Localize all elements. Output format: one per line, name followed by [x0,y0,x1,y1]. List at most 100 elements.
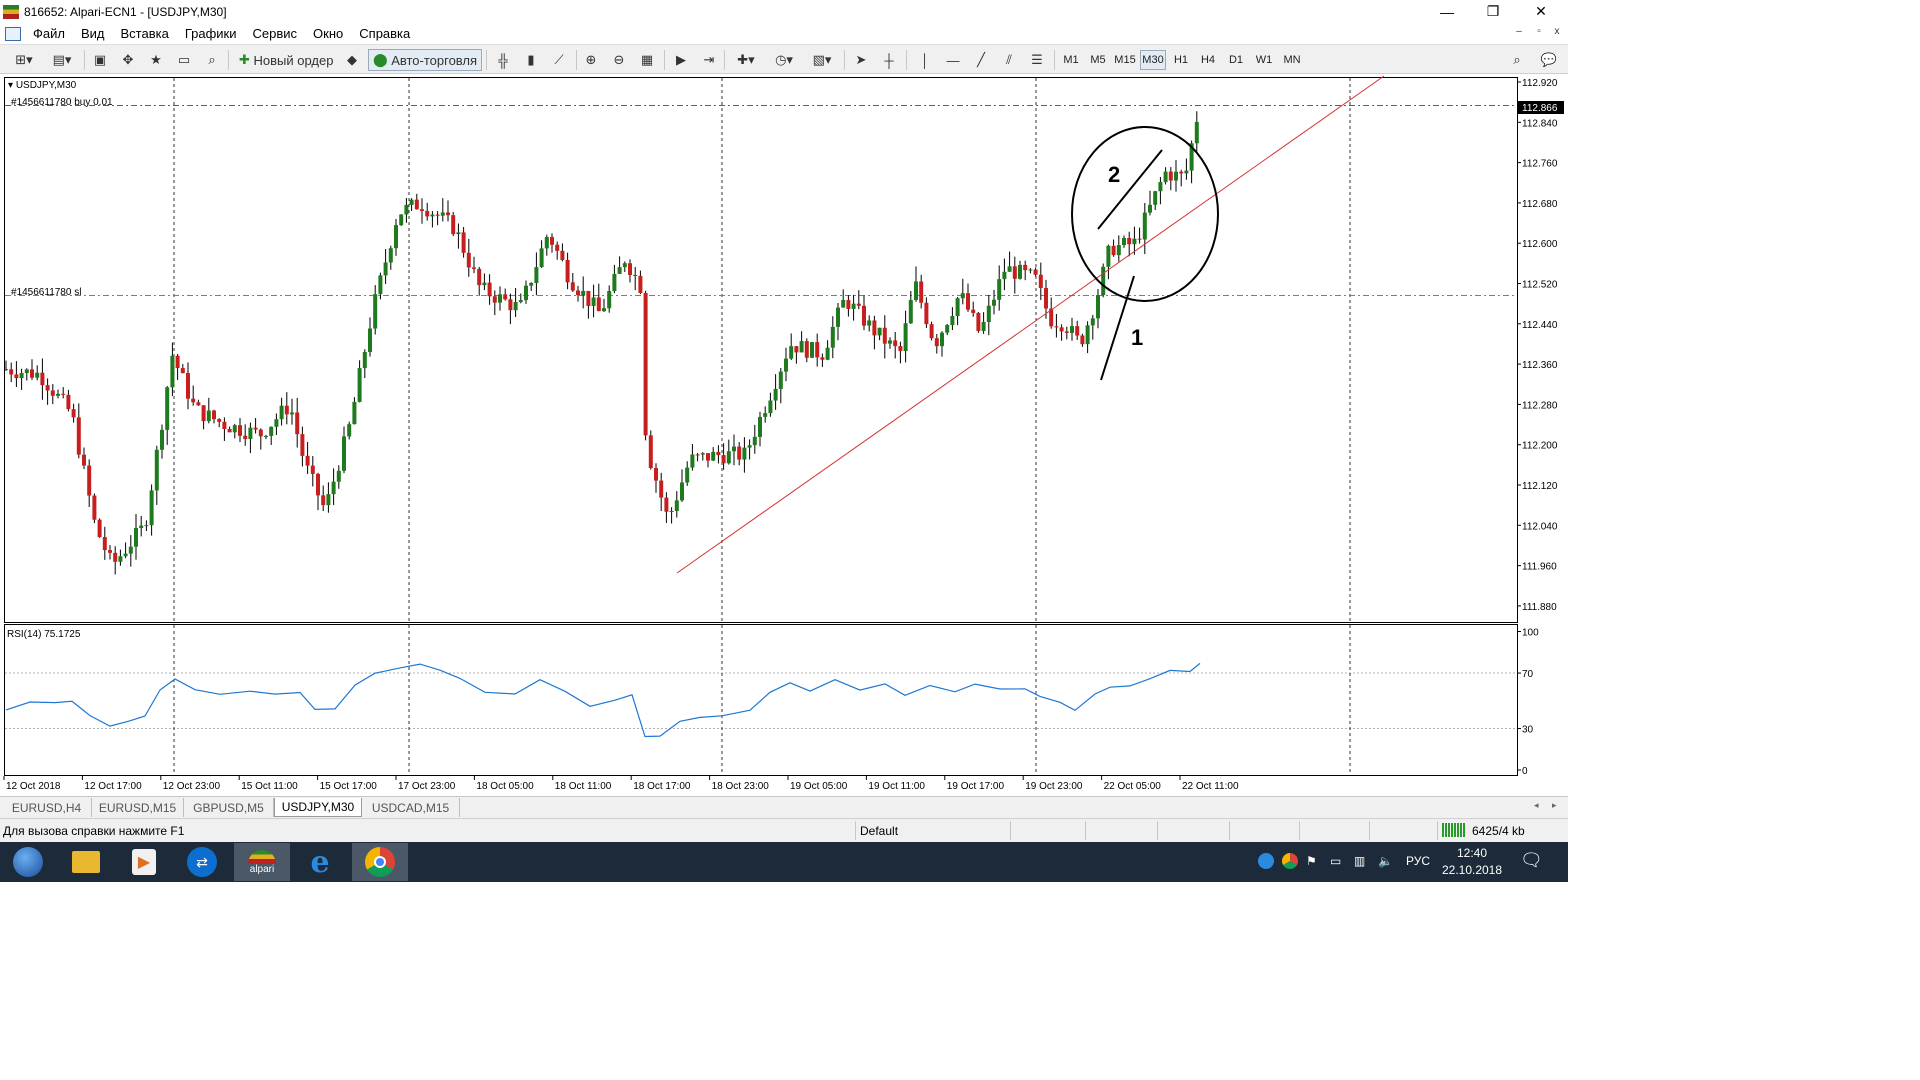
bull-candle [1194,121,1199,144]
bear-candle [576,290,580,296]
tab-gbpusd-m5[interactable]: GBPUSD,M5 [184,798,274,817]
bar-chart-icon[interactable]: ╬ [492,49,514,71]
tray-battery-icon[interactable]: ▭ [1330,854,1341,868]
bear-candle [565,259,570,283]
tray-language[interactable]: РУС [1406,854,1430,868]
bear-candle [97,519,102,538]
chart-shift-icon[interactable]: ⇥ [698,49,720,71]
auto-scroll-icon[interactable]: ▶ [670,49,692,71]
bear-candle [695,454,700,456]
new-order-button[interactable]: ✚ Новый ордер [234,49,338,71]
timeframe-h1[interactable]: H1 [1168,50,1194,70]
bull-candle [981,322,986,331]
bear-candle [550,237,554,245]
tray-network-icon[interactable]: ▥ [1354,854,1365,868]
menu-insert[interactable]: Вставка [113,26,177,41]
rsi-axis-label: 30 [1522,724,1534,735]
fibonacci-icon[interactable]: ☰ [1026,49,1048,71]
start-button[interactable] [0,843,56,881]
auto-trading-button[interactable]: ⬤ Авто-торговля [368,49,483,71]
timeframe-mn[interactable]: MN [1279,50,1305,70]
menu-view[interactable]: Вид [73,26,113,41]
data-window-icon[interactable]: ✥ [118,49,138,71]
cursor-icon[interactable]: ➤ [850,49,872,71]
channel-icon[interactable]: ⫽ [998,49,1020,71]
minimize-button[interactable]: — [1424,0,1470,23]
tab-usdcad-m15[interactable]: USDCAD,M15 [362,798,460,817]
tab-scroll-right-icon[interactable]: ▸ [1552,800,1557,811]
price-chart[interactable]: 112.920 112.840 112.760 112.680 112.600 112.5… [0,74,1568,796]
tray-volume-icon[interactable]: 🔈 [1378,854,1393,868]
bear-candle [222,421,227,430]
market-watch-icon[interactable]: ▣ [90,49,110,71]
menu-charts[interactable]: Графики [177,26,245,41]
profiles-icon[interactable]: ▤▾ [46,49,78,71]
tray-flag-icon[interactable]: ⚑ [1306,854,1317,868]
bear-candle [92,495,97,520]
bull-candle [1132,238,1137,245]
bull-candle [997,279,1002,300]
tab-usdjpy-m30[interactable]: USDJPY,M30 [274,798,362,817]
bull-candle [1096,295,1100,319]
mdi-close-button[interactable]: x [1548,26,1566,37]
chat-icon[interactable]: 💬 [1536,49,1562,71]
mdi-minimize-button[interactable]: – [1510,26,1528,37]
rsi-axis-label: 70 [1522,669,1534,680]
menu-help[interactable]: Справка [351,26,418,41]
tray-ie-icon[interactable] [1258,853,1274,869]
crosshair-icon[interactable]: ┼ [878,49,900,71]
taskbar-media-player[interactable]: ▶ [116,843,172,881]
trendline-icon[interactable]: ╱ [970,49,992,71]
new-chart-icon[interactable]: ⊞▾ [8,49,40,71]
bull-candle [867,320,872,326]
tray-clock[interactable]: 12:40 22.10.2018 [1437,845,1507,879]
terminal-icon[interactable]: ▭ [174,49,194,71]
menu-window[interactable]: Окно [305,26,351,41]
bull-candle [534,267,539,283]
metaeditor-icon[interactable]: ◆ [342,49,362,71]
indicators-icon[interactable]: ✚▾ [730,49,762,71]
bear-candle [919,281,924,303]
periods-icon[interactable]: ◷▾ [768,49,800,71]
bull-candle [752,436,757,446]
zoom-out-icon[interactable]: ⊖ [608,49,630,71]
timeframe-w1[interactable]: W1 [1251,50,1277,70]
navigator-icon[interactable]: ★ [146,49,166,71]
taskbar-chrome[interactable] [352,843,408,881]
horizontal-line-icon[interactable]: — [942,49,964,71]
menu-tools[interactable]: Сервис [245,26,306,41]
taskbar-alpari[interactable]: alpari [234,843,290,881]
line-chart-icon[interactable]: ⟋ [548,49,570,71]
vertical-line-icon[interactable]: │ [914,49,936,71]
close-button[interactable]: ✕ [1518,0,1564,23]
taskbar-teamviewer[interactable]: ⇄ [174,843,230,881]
timeframe-m5[interactable]: M5 [1085,50,1111,70]
tab-scroll-left-icon[interactable]: ◂ [1534,800,1539,811]
bull-candle [206,410,211,422]
chart-document-icon[interactable] [5,26,21,41]
tile-windows-icon[interactable]: ▦ [636,49,658,71]
bull-candle [1184,170,1189,174]
timeframe-d1[interactable]: D1 [1223,50,1249,70]
bull-candle [279,405,284,420]
zoom-in-icon[interactable]: ⊕ [580,49,602,71]
taskbar-internet-explorer[interactable]: e [292,843,348,881]
tab-eurusd-m15[interactable]: EURUSD,M15 [92,798,184,817]
templates-icon[interactable]: ▧▾ [806,49,838,71]
search-icon[interactable]: ⌕ [1506,49,1528,71]
candlestick-chart-icon[interactable]: ▮ [520,49,542,71]
strategy-tester-icon[interactable]: ⌕ [202,49,222,71]
timeframe-m15[interactable]: M15 [1112,50,1138,70]
timeframe-m1[interactable]: M1 [1058,50,1084,70]
menu-file[interactable]: Файл [25,26,73,41]
mdi-restore-button[interactable]: ▫ [1530,26,1548,37]
taskbar-explorer[interactable] [58,843,114,881]
tray-chrome-icon[interactable] [1282,853,1298,869]
chart-area[interactable]: 112.920 112.840 112.760 112.680 112.600 112.5… [0,74,1568,796]
price-axis-label: 112.760 [1522,159,1558,170]
tab-eurusd-h4[interactable]: EURUSD,H4 [2,798,92,817]
timeframe-m30[interactable]: M30 [1140,50,1166,70]
restore-button[interactable]: ❐ [1470,0,1516,23]
action-center-icon[interactable]: 🗨 [1520,850,1543,871]
timeframe-h4[interactable]: H4 [1195,50,1221,70]
